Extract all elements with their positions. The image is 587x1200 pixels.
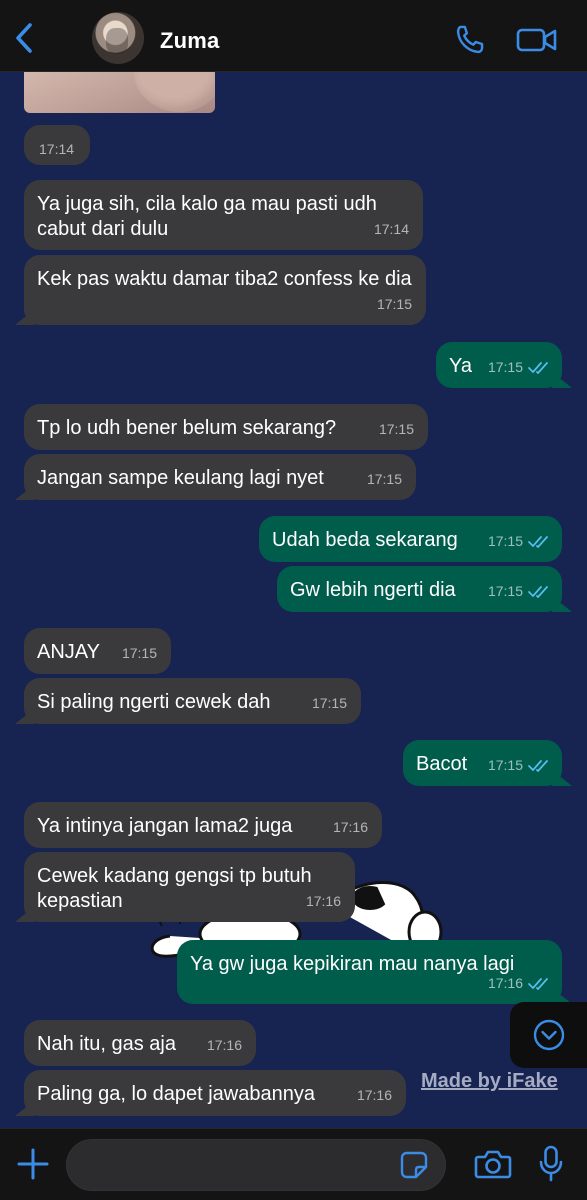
message-meta: 17:14 (374, 217, 409, 242)
read-receipt-icon (528, 535, 548, 548)
message-meta: 17:15 (122, 641, 157, 666)
message-meta: 17:15 (367, 467, 402, 492)
message-time: 17:15 (487, 359, 523, 375)
message-bubble[interactable]: ANJAY 17:15 (24, 628, 171, 674)
message-bubble[interactable]: Si paling ngerti cewek dah 17:15 (24, 678, 361, 724)
message-meta: 17:16 (333, 815, 368, 840)
message-meta: 17:15 (379, 417, 414, 442)
sticker-icon (400, 1151, 428, 1179)
photo-timestamp: 17:14 (39, 141, 75, 157)
message-text: Si paling ngerti cewek dah (37, 691, 271, 713)
message-time: 17:14 (373, 221, 409, 237)
message-time: 17:15 (378, 421, 414, 437)
message-meta: 17:15 (488, 579, 550, 604)
message-time: 17:16 (332, 819, 368, 835)
watermark: Made by iFake (421, 1070, 558, 1092)
message-bubble[interactable]: Jangan sampe keulang lagi nyet 17:15 (24, 454, 416, 500)
message-time: 17:15 (487, 583, 523, 599)
back-arrow-icon (16, 23, 32, 53)
photo-timestamp-bubble: 17:14 (24, 125, 90, 165)
message-text: Paling ga, lo dapet jawabannya (37, 1083, 315, 1105)
attach-button[interactable] (14, 1145, 52, 1183)
message-text: Ya intinya jangan lama2 juga (37, 815, 293, 837)
read-receipt-icon (528, 585, 548, 598)
message-text: Cewek kadang gengsi tp butuh kepastian (37, 865, 312, 912)
message-meta: 17:15 (377, 292, 412, 317)
message-time: 17:16 (487, 975, 523, 991)
message-meta: 17:15 (488, 355, 550, 380)
message-meta: 17:15 (312, 691, 347, 716)
message-meta: 17:16 (207, 1033, 242, 1058)
message-bubble[interactable]: Tp lo udh bener belum sekarang? 17:15 (24, 404, 428, 450)
microphone-icon (539, 1145, 563, 1182)
message-text: Kek pas waktu damar tiba2 confess ke dia (37, 268, 412, 290)
voice-call-button[interactable] (450, 20, 490, 60)
sticker-button[interactable] (397, 1149, 431, 1181)
message-input-bar (0, 1128, 587, 1200)
message-meta: 17:15 (488, 529, 550, 554)
message-bubble[interactable]: Ya 17:15 (436, 342, 562, 388)
message-time: 17:15 (487, 757, 523, 773)
camera-icon (474, 1150, 512, 1179)
read-receipt-icon (528, 361, 548, 374)
video-camera-icon (516, 28, 557, 52)
message-bubble[interactable]: Udah beda sekarang 17:15 (259, 516, 562, 562)
message-time: 17:15 (366, 471, 402, 487)
message-time: 17:15 (121, 645, 157, 661)
read-receipt-icon (528, 977, 548, 990)
message-meta: 17:16 (306, 889, 341, 914)
voice-message-button[interactable] (532, 1141, 570, 1187)
message-bubble[interactable]: Nah itu, gas aja 17:16 (24, 1020, 256, 1066)
message-time: 17:15 (487, 533, 523, 549)
message-meta: 17:15 (488, 753, 550, 778)
message-text: Jangan sampe keulang lagi nyet (37, 467, 324, 489)
scroll-to-bottom-button[interactable] (510, 1002, 587, 1068)
message-bubble[interactable]: Ya juga sih, cila kalo ga mau pasti udh … (24, 180, 423, 250)
message-text: Ya juga sih, cila kalo ga mau pasti udh … (37, 193, 377, 240)
message-time: 17:15 (376, 296, 412, 312)
message-input[interactable] (66, 1139, 446, 1191)
message-bubble[interactable]: Bacot 17:15 (403, 740, 562, 786)
contact-name[interactable]: Zuma (160, 28, 219, 54)
message-time: 17:16 (356, 1087, 392, 1103)
back-button[interactable] (8, 18, 40, 58)
chevron-down-icon (533, 1019, 564, 1051)
message-bubble[interactable]: Ya gw juga kepikiran mau nanya lagi 17:1… (177, 940, 562, 1004)
message-text: Tp lo udh bener belum sekarang? (37, 417, 337, 439)
message-time: 17:16 (305, 893, 341, 909)
read-receipt-icon (528, 759, 548, 772)
message-meta: 17:16 (357, 1083, 392, 1108)
message-bubble[interactable]: Kek pas waktu damar tiba2 confess ke dia… (24, 255, 426, 325)
plus-icon (17, 1148, 49, 1180)
message-time: 17:15 (311, 695, 347, 711)
message-time: 17:16 (206, 1037, 242, 1053)
message-bubble[interactable]: Cewek kadang gengsi tp butuh kepastian 1… (24, 852, 355, 922)
shared-photo-fragment[interactable] (24, 72, 215, 113)
contact-avatar[interactable] (92, 12, 144, 64)
message-bubble[interactable]: Ya intinya jangan lama2 juga 17:16 (24, 802, 382, 848)
video-call-button[interactable] (514, 20, 560, 60)
chat-header: Zuma (0, 0, 587, 72)
message-bubble[interactable]: Gw lebih ngerti dia 17:15 (277, 566, 562, 612)
phone-icon (456, 25, 484, 54)
message-bubble[interactable]: Paling ga, lo dapet jawabannya 17:16 (24, 1070, 406, 1116)
camera-button[interactable] (470, 1141, 516, 1187)
message-meta: 17:16 (488, 971, 550, 996)
